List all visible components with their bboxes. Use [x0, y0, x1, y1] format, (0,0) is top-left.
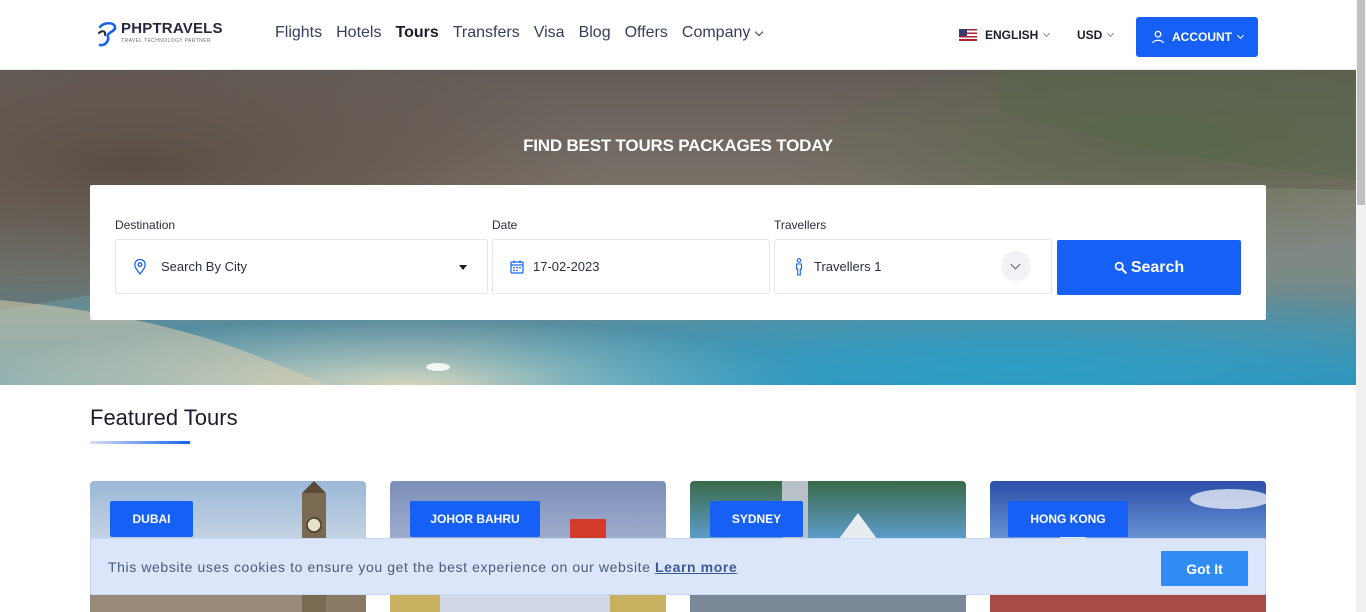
- cookie-message-text: This website uses cookies to ensure you …: [108, 559, 651, 575]
- nav-offers[interactable]: Offers: [625, 24, 668, 42]
- got-it-button[interactable]: Got It: [1161, 551, 1248, 586]
- nav-tours-label: Tours: [395, 24, 439, 41]
- page: PHPTRAVELS TRAVEL TECHNOLOGY PARTNER Fli…: [0, 0, 1366, 612]
- date-input[interactable]: 17-02-2023: [492, 239, 770, 294]
- tour-card-city-badge: HONG KONG: [1008, 501, 1128, 537]
- featured-tours-title: Featured Tours: [90, 405, 238, 430]
- search-icon: [1114, 261, 1127, 274]
- nav-blog[interactable]: Blog: [579, 24, 611, 42]
- logo[interactable]: PHPTRAVELS TRAVEL TECHNOLOGY PARTNER: [96, 21, 223, 47]
- currency-selector[interactable]: USD: [1077, 28, 1115, 42]
- location-pin-icon: [134, 258, 146, 275]
- tour-card-city-badge: JOHOR BAHRU: [410, 501, 540, 537]
- tour-card-city-badge: DUBAI: [110, 501, 193, 537]
- chevron-down-icon: [755, 27, 764, 36]
- chevron-down-icon: [1236, 31, 1245, 40]
- page-scrollbar[interactable]: [1356, 0, 1366, 612]
- chevron-down-icon: [1107, 29, 1115, 38]
- main-nav: Flights Hotels Tours Transfers Visa Blog…: [275, 24, 776, 42]
- destination-value: Search By City: [161, 259, 247, 274]
- nav-transfers-label: Transfers: [452, 24, 520, 41]
- nav-hotels-label: Hotels: [336, 24, 382, 41]
- cookie-message: This website uses cookies to ensure you …: [108, 559, 737, 575]
- scrollbar-thumb[interactable]: [1357, 0, 1365, 205]
- travellers-select[interactable]: Travellers 1: [774, 239, 1052, 294]
- tour-card-city-badge: SYDNEY: [710, 501, 803, 537]
- calendar-icon: [510, 260, 524, 274]
- tour-search-form: Destination Search By City Date 17-02-20…: [90, 185, 1266, 320]
- logo-name: PHPTRAVELS: [121, 20, 223, 37]
- nav-transfers[interactable]: Transfers: [453, 24, 520, 42]
- chevron-down-icon: [1010, 259, 1021, 270]
- destination-select[interactable]: Search By City: [115, 239, 488, 294]
- user-icon: [1152, 30, 1164, 44]
- search-button[interactable]: Search: [1057, 240, 1241, 295]
- nav-visa[interactable]: Visa: [534, 24, 565, 42]
- nav-offers-label: Offers: [624, 24, 668, 41]
- nav-flights[interactable]: Flights: [275, 24, 322, 42]
- title-underline: [90, 441, 190, 444]
- language-selector[interactable]: ENGLISH: [959, 28, 1051, 42]
- nav-visa-label: Visa: [533, 24, 565, 41]
- cookie-consent-bar: This website uses cookies to ensure you …: [90, 538, 1266, 595]
- date-label: Date: [492, 218, 518, 232]
- nav-company[interactable]: Company: [681, 24, 764, 42]
- site-header: PHPTRAVELS TRAVEL TECHNOLOGY PARTNER Fli…: [0, 0, 1356, 70]
- account-button[interactable]: ACCOUNT: [1136, 17, 1258, 57]
- travellers-dropdown-toggle[interactable]: [1001, 251, 1031, 281]
- hero-banner: FIND BEST TOURS PACKAGES TODAY Destinati…: [0, 70, 1356, 385]
- nav-flights-label: Flights: [275, 24, 323, 41]
- date-value: 17-02-2023: [533, 259, 600, 274]
- language-label: ENGLISH: [985, 28, 1039, 42]
- us-flag-icon: [959, 29, 977, 41]
- destination-label: Destination: [115, 218, 176, 232]
- logo-mark-icon: [98, 21, 117, 47]
- caret-down-icon: [459, 265, 467, 270]
- currency-label: USD: [1077, 28, 1103, 42]
- account-label: ACCOUNT: [1172, 30, 1232, 44]
- logo-tagline: TRAVEL TECHNOLOGY PARTNER: [121, 38, 211, 44]
- chevron-down-icon: [1043, 29, 1051, 38]
- travellers-value: Travellers 1: [814, 259, 882, 274]
- person-icon: [795, 257, 803, 276]
- hero-title: FIND BEST TOURS PACKAGES TODAY: [523, 136, 833, 155]
- nav-blog-label: Blog: [578, 24, 611, 41]
- travellers-label: Travellers: [774, 218, 827, 232]
- nav-hotels[interactable]: Hotels: [336, 24, 381, 42]
- nav-company-label: Company: [681, 24, 751, 41]
- search-button-label: Search: [1130, 258, 1185, 276]
- nav-tours[interactable]: Tours: [395, 24, 438, 42]
- learn-more-link[interactable]: Learn more: [655, 559, 737, 575]
